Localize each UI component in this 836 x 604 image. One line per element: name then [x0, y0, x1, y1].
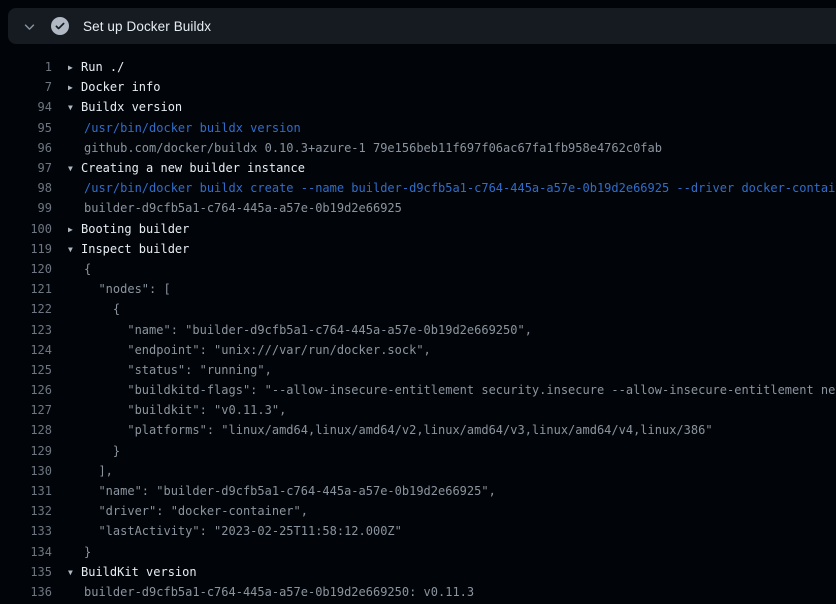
line-number[interactable]: 7 [0, 80, 52, 94]
log-group-row[interactable]: 135 ▼BuildKit version [0, 562, 836, 582]
log-line-row: 120 { [0, 259, 836, 279]
log-line-row: 128 "platforms": "linux/amd64,linux/amd6… [0, 420, 836, 440]
log-line-row: 130 ], [0, 461, 836, 481]
line-number[interactable]: 131 [0, 484, 52, 498]
triangle-expanded-icon: ▼ [68, 103, 81, 112]
log-line-row: 121 "nodes": [ [0, 279, 836, 299]
group-title: Inspect builder [81, 242, 189, 256]
line-number[interactable]: 123 [0, 323, 52, 337]
output-text: "driver": "docker-container", [84, 504, 308, 518]
triangle-collapsed-icon: ▶ [68, 63, 81, 72]
output-text: github.com/docker/buildx 0.10.3+azure-1 … [84, 141, 662, 155]
output-text: "status": "running", [84, 363, 272, 377]
triangle-expanded-icon: ▼ [68, 164, 81, 173]
log-line-row: 129 } [0, 441, 836, 461]
line-number[interactable]: 133 [0, 524, 52, 538]
log-group-row[interactable]: 1 ▶Run ./ [0, 57, 836, 77]
log-group-row[interactable]: 119 ▼Inspect builder [0, 239, 836, 259]
line-number[interactable]: 98 [0, 181, 52, 195]
log-line-row: 133 "lastActivity": "2023-02-25T11:58:12… [0, 521, 836, 541]
command-text: /usr/bin/docker buildx create --name bui… [84, 181, 836, 195]
check-circle-icon [51, 17, 69, 35]
group-title: Buildx version [81, 100, 182, 114]
output-text: ], [84, 464, 113, 478]
log-line-row: 132 "driver": "docker-container", [0, 501, 836, 521]
output-text: "name": "builder-d9cfb5a1-c764-445a-a57e… [84, 484, 496, 498]
group-title: Docker info [81, 80, 160, 94]
log-line-row: 131 "name": "builder-d9cfb5a1-c764-445a-… [0, 481, 836, 501]
line-number[interactable]: 129 [0, 444, 52, 458]
log-group-row[interactable]: 7 ▶Docker info [0, 77, 836, 97]
log-group-row[interactable]: 97 ▼Creating a new builder instance [0, 158, 836, 178]
triangle-collapsed-icon: ▶ [68, 225, 81, 234]
group-title: Creating a new builder instance [81, 161, 305, 175]
output-text: { [84, 262, 91, 276]
line-number[interactable]: 135 [0, 565, 52, 579]
triangle-expanded-icon: ▼ [68, 568, 81, 577]
log-line-row: 126 "buildkitd-flags": "--allow-insecure… [0, 380, 836, 400]
line-number[interactable]: 127 [0, 403, 52, 417]
output-text: builder-d9cfb5a1-c764-445a-a57e-0b19d2e6… [84, 201, 402, 215]
output-text: "buildkit": "v0.11.3", [84, 403, 286, 417]
line-number[interactable]: 95 [0, 121, 52, 135]
log-group-row[interactable]: 94 ▼Buildx version [0, 97, 836, 117]
line-number[interactable]: 96 [0, 141, 52, 155]
line-number[interactable]: 128 [0, 423, 52, 437]
log-line-row: 123 "name": "builder-d9cfb5a1-c764-445a-… [0, 319, 836, 339]
output-text: "lastActivity": "2023-02-25T11:58:12.000… [84, 524, 402, 538]
group-title: Run ./ [81, 60, 124, 74]
log-line-row: 122 { [0, 299, 836, 319]
line-number[interactable]: 134 [0, 545, 52, 559]
output-text: "platforms": "linux/amd64,linux/amd64/v2… [84, 423, 713, 437]
line-number[interactable]: 136 [0, 585, 52, 599]
line-number[interactable]: 99 [0, 201, 52, 215]
log-line-row: 95/usr/bin/docker buildx version [0, 118, 836, 138]
output-text: } [84, 444, 120, 458]
log-line-row: 125 "status": "running", [0, 360, 836, 380]
line-number[interactable]: 122 [0, 302, 52, 316]
log-line-row: 136 builder-d9cfb5a1-c764-445a-a57e-0b19d… [0, 582, 836, 602]
log-line-row: 134} [0, 542, 836, 562]
log-lines: 1▶Run ./7▶Docker info94▼Buildx version95… [0, 44, 836, 604]
output-text: "nodes": [ [84, 282, 171, 296]
line-number[interactable]: 126 [0, 383, 52, 397]
output-text: builder-d9cfb5a1-c764-445a-a57e-0b19d2e6… [84, 585, 474, 599]
command-text: /usr/bin/docker buildx version [84, 121, 301, 135]
log-line-row: 124 "endpoint": "unix:///var/run/docker.… [0, 340, 836, 360]
group-title: Booting builder [81, 222, 189, 236]
output-text: "endpoint": "unix:///var/run/docker.sock… [84, 343, 431, 357]
line-number[interactable]: 130 [0, 464, 52, 478]
line-number[interactable]: 119 [0, 242, 52, 256]
log-line-row: 96 github.com/docker/buildx 0.10.3+azure-… [0, 138, 836, 158]
output-text: { [84, 302, 120, 316]
log-group-row[interactable]: 100 ▶Booting builder [0, 219, 836, 239]
output-text: "buildkitd-flags": "--allow-insecure-ent… [84, 383, 836, 397]
log-line-row: 127 "buildkit": "v0.11.3", [0, 400, 836, 420]
chevron-down-icon[interactable] [22, 19, 37, 34]
line-number[interactable]: 124 [0, 343, 52, 357]
line-number[interactable]: 1 [0, 60, 52, 74]
output-text: "name": "builder-d9cfb5a1-c764-445a-a57e… [84, 323, 532, 337]
group-title: BuildKit version [81, 565, 197, 579]
step-header[interactable]: Set up Docker Buildx [8, 8, 836, 44]
step-title: Set up Docker Buildx [83, 19, 211, 34]
log-line-row: 99 builder-d9cfb5a1-c764-445a-a57e-0b19d2… [0, 198, 836, 218]
line-number[interactable]: 97 [0, 161, 52, 175]
output-text: } [84, 545, 91, 559]
triangle-collapsed-icon: ▶ [68, 83, 81, 92]
line-number[interactable]: 100 [0, 222, 52, 236]
line-number[interactable]: 132 [0, 504, 52, 518]
line-number[interactable]: 121 [0, 282, 52, 296]
triangle-expanded-icon: ▼ [68, 245, 81, 254]
line-number[interactable]: 125 [0, 363, 52, 377]
line-number[interactable]: 94 [0, 100, 52, 114]
log-line-row: 98/usr/bin/docker buildx create --name b… [0, 178, 836, 198]
line-number[interactable]: 120 [0, 262, 52, 276]
